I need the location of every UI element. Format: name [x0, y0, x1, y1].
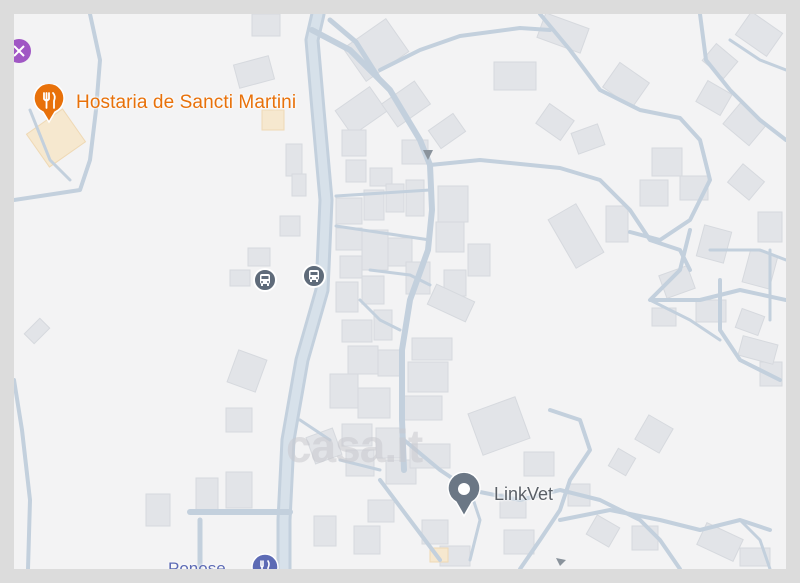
watermark: casa.it	[286, 420, 423, 472]
location-pin-icon[interactable]	[447, 472, 481, 518]
vet-label[interactable]: LinkVet	[494, 484, 553, 505]
bottom-poi-label[interactable]: Ponose	[168, 559, 226, 569]
bus-icon[interactable]	[300, 262, 328, 290]
bus-icon[interactable]	[251, 266, 279, 294]
restaurant-pin[interactable]	[32, 84, 66, 124]
map-canvas[interactable]: casa.it Hostaria de Sancti Martini LinkV…	[14, 14, 786, 569]
purple-poi-icon[interactable]	[14, 38, 32, 70]
restaurant-label[interactable]: Hostaria de Sancti Martini	[76, 92, 296, 114]
restaurant-icon[interactable]	[250, 552, 280, 569]
map-frame: casa.it Hostaria de Sancti Martini LinkV…	[0, 0, 800, 583]
